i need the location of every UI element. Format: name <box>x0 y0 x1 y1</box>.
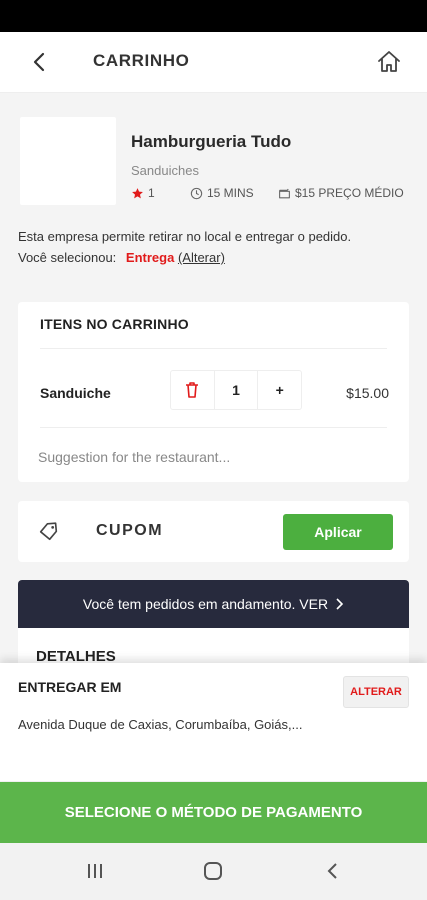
average-price-value: $15 PREÇO MÉDIO <box>295 186 404 200</box>
chevron-right-icon <box>336 598 344 610</box>
cart-items-title: ITENS NO CARRINHO <box>40 316 189 332</box>
cart-item-name: Sanduiche <box>40 385 111 401</box>
nav-back-button[interactable] <box>319 859 347 883</box>
coupon-card: CUPOM Aplicar <box>18 501 409 562</box>
selected-mode-line: Você selecionou: Entrega (Alterar) <box>18 250 225 265</box>
divider <box>40 348 387 349</box>
rating: 1 <box>131 186 155 200</box>
delivery-time-value: 15 MINS <box>207 186 254 200</box>
recent-apps-button[interactable] <box>81 859 109 883</box>
back-button[interactable] <box>24 46 56 78</box>
clock-icon <box>190 187 203 199</box>
select-payment-method-button[interactable]: SELECIONE O MÉTODO DE PAGAMENTO <box>0 782 427 843</box>
coupon-label: CUPOM <box>96 522 164 539</box>
recent-apps-icon <box>88 864 102 878</box>
rating-value: 1 <box>148 186 155 200</box>
star-icon <box>132 187 143 198</box>
trash-icon <box>186 382 199 398</box>
cart-item-price: $15.00 <box>346 385 389 401</box>
change-address-button[interactable]: ALTERAR <box>343 676 409 708</box>
quantity-stepper: 1 + <box>170 370 302 410</box>
delivery-address-sheet: ENTREGAR EM ALTERAR Avenida Duque de Cax… <box>0 663 427 781</box>
delivery-time: 15 MINS <box>190 186 254 200</box>
delivery-address: Avenida Duque de Caxias, Corumbaíba, Goi… <box>18 717 303 732</box>
orders-in-progress-banner[interactable]: Você tem pedidos em andamento. VER <box>18 580 409 628</box>
restaurant-category: Sanduiches <box>131 163 199 178</box>
average-price: $15 PREÇO MÉDIO <box>278 186 404 200</box>
pickup-delivery-note: Esta empresa permite retirar no local e … <box>18 229 352 244</box>
quantity-value: 1 <box>213 371 258 409</box>
nav-home-icon <box>204 862 222 880</box>
status-bar <box>0 0 427 32</box>
selected-prefix: Você selecionou: <box>18 250 117 265</box>
home-button[interactable] <box>372 46 406 78</box>
orders-banner-text: Você tem pedidos em andamento. VER <box>82 596 329 612</box>
tag-icon <box>39 522 58 541</box>
apply-coupon-button[interactable]: Aplicar <box>283 514 393 550</box>
divider <box>40 427 387 428</box>
restaurant-logo <box>20 117 116 205</box>
nav-home-button[interactable] <box>199 859 227 883</box>
back-arrow-icon <box>33 52 45 72</box>
nav-back-icon <box>327 863 337 879</box>
suggestion-input[interactable] <box>36 448 380 466</box>
increase-quantity-button[interactable]: + <box>257 371 301 409</box>
home-icon <box>378 51 400 72</box>
cart-items-card: ITENS NO CARRINHO Sanduiche 1 + $15.00 <box>18 302 409 482</box>
restaurant-info: Hamburgueria Tudo Sanduiches 1 15 MINS $… <box>0 93 427 283</box>
restaurant-name: Hamburgueria Tudo <box>131 132 292 151</box>
top-bar: CARRINHO <box>0 32 427 93</box>
details-section: DETALHES <box>18 628 409 668</box>
system-nav-bar <box>0 843 427 900</box>
selected-mode: Entrega <box>125 250 175 265</box>
deliver-to-title: ENTREGAR EM <box>18 679 122 695</box>
wallet-icon <box>279 188 290 198</box>
change-mode-link[interactable]: (Alterar) <box>178 250 225 265</box>
page-title: CARRINHO <box>93 51 190 70</box>
remove-item-button[interactable] <box>171 371 214 409</box>
